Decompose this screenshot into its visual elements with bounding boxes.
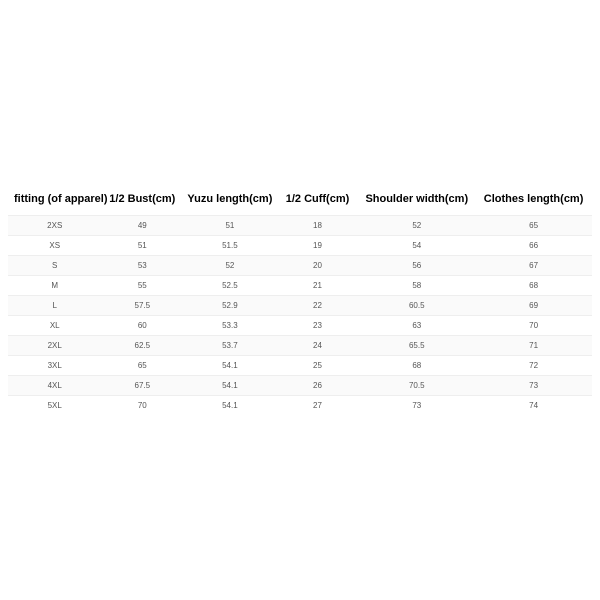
table-row: 3XL6554.1256872 (8, 356, 592, 376)
table-cell: 52.5 (183, 276, 276, 296)
table-row: S5352205667 (8, 256, 592, 276)
table-cell: 71 (475, 336, 592, 356)
table-cell: 68 (475, 276, 592, 296)
table-cell: 54.1 (183, 396, 276, 416)
table-row: L57.552.92260.569 (8, 296, 592, 316)
table-cell: 18 (277, 216, 359, 236)
table-cell: 67.5 (101, 376, 183, 396)
table-cell: 24 (277, 336, 359, 356)
table-cell: 20 (277, 256, 359, 276)
table-cell: 69 (475, 296, 592, 316)
size-chart-table: fitting (of apparel) 1/2 Bust(cm) Yuzu l… (8, 185, 592, 415)
size-chart-container: fitting (of apparel) 1/2 Bust(cm) Yuzu l… (0, 185, 600, 415)
table-cell: 65.5 (358, 336, 475, 356)
table-cell: 23 (277, 316, 359, 336)
table-cell: 73 (358, 396, 475, 416)
table-cell: 70.5 (358, 376, 475, 396)
table-cell: 72 (475, 356, 592, 376)
table-cell: 57.5 (101, 296, 183, 316)
table-cell: 60 (101, 316, 183, 336)
col-header-shoulder: Shoulder width(cm) (358, 185, 475, 216)
table-cell: L (8, 296, 101, 316)
table-cell: 22 (277, 296, 359, 316)
table-cell: 62.5 (101, 336, 183, 356)
table-cell: 2XL (8, 336, 101, 356)
table-cell: 27 (277, 396, 359, 416)
table-cell: 56 (358, 256, 475, 276)
table-cell: 65 (101, 356, 183, 376)
table-cell: 21 (277, 276, 359, 296)
table-cell: 63 (358, 316, 475, 336)
table-cell: 53.7 (183, 336, 276, 356)
table-cell: 66 (475, 236, 592, 256)
table-row: 5XL7054.1277374 (8, 396, 592, 416)
table-row: M5552.5215868 (8, 276, 592, 296)
table-row: 2XL62.553.72465.571 (8, 336, 592, 356)
table-cell: 52.9 (183, 296, 276, 316)
table-cell: 52 (183, 256, 276, 276)
col-header-bust: 1/2 Bust(cm) (101, 185, 183, 216)
table-body: 2XS4951185265XS5151.5195466S5352205667M5… (8, 216, 592, 416)
table-cell: 2XS (8, 216, 101, 236)
col-header-length: Clothes length(cm) (475, 185, 592, 216)
table-cell: 58 (358, 276, 475, 296)
table-cell: 51.5 (183, 236, 276, 256)
table-cell: S (8, 256, 101, 276)
table-row: XL6053.3236370 (8, 316, 592, 336)
table-cell: M (8, 276, 101, 296)
table-cell: 73 (475, 376, 592, 396)
table-cell: XS (8, 236, 101, 256)
table-cell: 3XL (8, 356, 101, 376)
table-row: 4XL67.554.12670.573 (8, 376, 592, 396)
table-cell: 19 (277, 236, 359, 256)
table-cell: 67 (475, 256, 592, 276)
header-row: fitting (of apparel) 1/2 Bust(cm) Yuzu l… (8, 185, 592, 216)
col-header-fitting: fitting (of apparel) (8, 185, 101, 216)
table-row: 2XS4951185265 (8, 216, 592, 236)
table-cell: 60.5 (358, 296, 475, 316)
table-cell: 51 (183, 216, 276, 236)
table-cell: 54.1 (183, 376, 276, 396)
table-cell: 74 (475, 396, 592, 416)
table-cell: 54 (358, 236, 475, 256)
table-cell: 25 (277, 356, 359, 376)
col-header-yuzu: Yuzu length(cm) (183, 185, 276, 216)
table-cell: 70 (101, 396, 183, 416)
table-cell: 68 (358, 356, 475, 376)
table-cell: 53.3 (183, 316, 276, 336)
table-row: XS5151.5195466 (8, 236, 592, 256)
table-cell: 52 (358, 216, 475, 236)
table-cell: 49 (101, 216, 183, 236)
table-cell: 65 (475, 216, 592, 236)
col-header-cuff: 1/2 Cuff(cm) (277, 185, 359, 216)
table-cell: 4XL (8, 376, 101, 396)
table-cell: XL (8, 316, 101, 336)
table-cell: 55 (101, 276, 183, 296)
table-cell: 5XL (8, 396, 101, 416)
table-cell: 26 (277, 376, 359, 396)
table-cell: 54.1 (183, 356, 276, 376)
table-cell: 70 (475, 316, 592, 336)
table-cell: 51 (101, 236, 183, 256)
table-cell: 53 (101, 256, 183, 276)
